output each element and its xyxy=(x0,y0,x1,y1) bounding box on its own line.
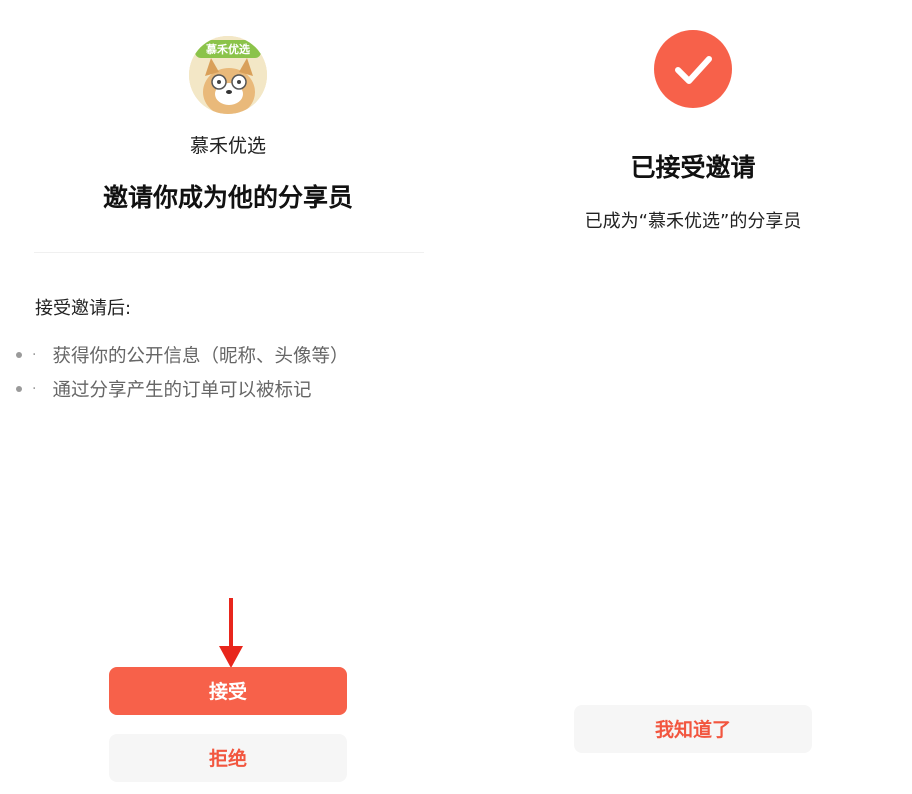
arrow-down-icon xyxy=(219,598,243,668)
benefit-text: 通过分享产生的订单可以被标记 xyxy=(52,380,312,401)
avatar-logo-text: 慕禾优选 xyxy=(205,42,250,56)
benefit-text: 获得你的公开信息（昵称、头像等） xyxy=(52,346,349,367)
after-accept-heading: 接受邀请后: xyxy=(35,298,132,319)
middle-dot-icon: · xyxy=(32,347,37,363)
bullet-dot-icon xyxy=(16,386,22,392)
shop-name: 慕禾优选 xyxy=(189,135,266,157)
accept-button[interactable]: 接受 xyxy=(109,667,347,715)
shop-avatar: 慕禾优选 xyxy=(189,36,267,114)
dog-avatar-icon: 慕禾优选 xyxy=(189,36,267,114)
divider xyxy=(34,252,424,253)
list-item: · 获得你的公开信息（昵称、头像等） xyxy=(16,338,348,372)
accepted-title: 已接受邀请 xyxy=(630,153,756,182)
list-item: · 通过分享产生的订单可以被标记 xyxy=(16,372,348,406)
invite-panel: 慕禾优选 慕禾优选 邀请你成为他的分享员 接受邀请后: · 获得你的公开信息（昵… xyxy=(0,0,456,794)
accepted-description: 已成为“慕禾优选”的分享员 xyxy=(584,211,802,232)
reject-button[interactable]: 拒绝 xyxy=(109,734,347,782)
success-badge xyxy=(654,30,732,108)
got-it-button[interactable]: 我知道了 xyxy=(574,705,812,753)
benefit-list: · 获得你的公开信息（昵称、头像等） · 通过分享产生的订单可以被标记 xyxy=(16,338,348,406)
invite-title: 邀请你成为他的分享员 xyxy=(102,183,353,212)
check-icon xyxy=(675,56,712,84)
success-panel: 已接受邀请 已成为“慕禾优选”的分享员 我知道了 xyxy=(456,0,912,794)
middle-dot-icon: · xyxy=(32,381,37,397)
bullet-dot-icon xyxy=(16,352,22,358)
